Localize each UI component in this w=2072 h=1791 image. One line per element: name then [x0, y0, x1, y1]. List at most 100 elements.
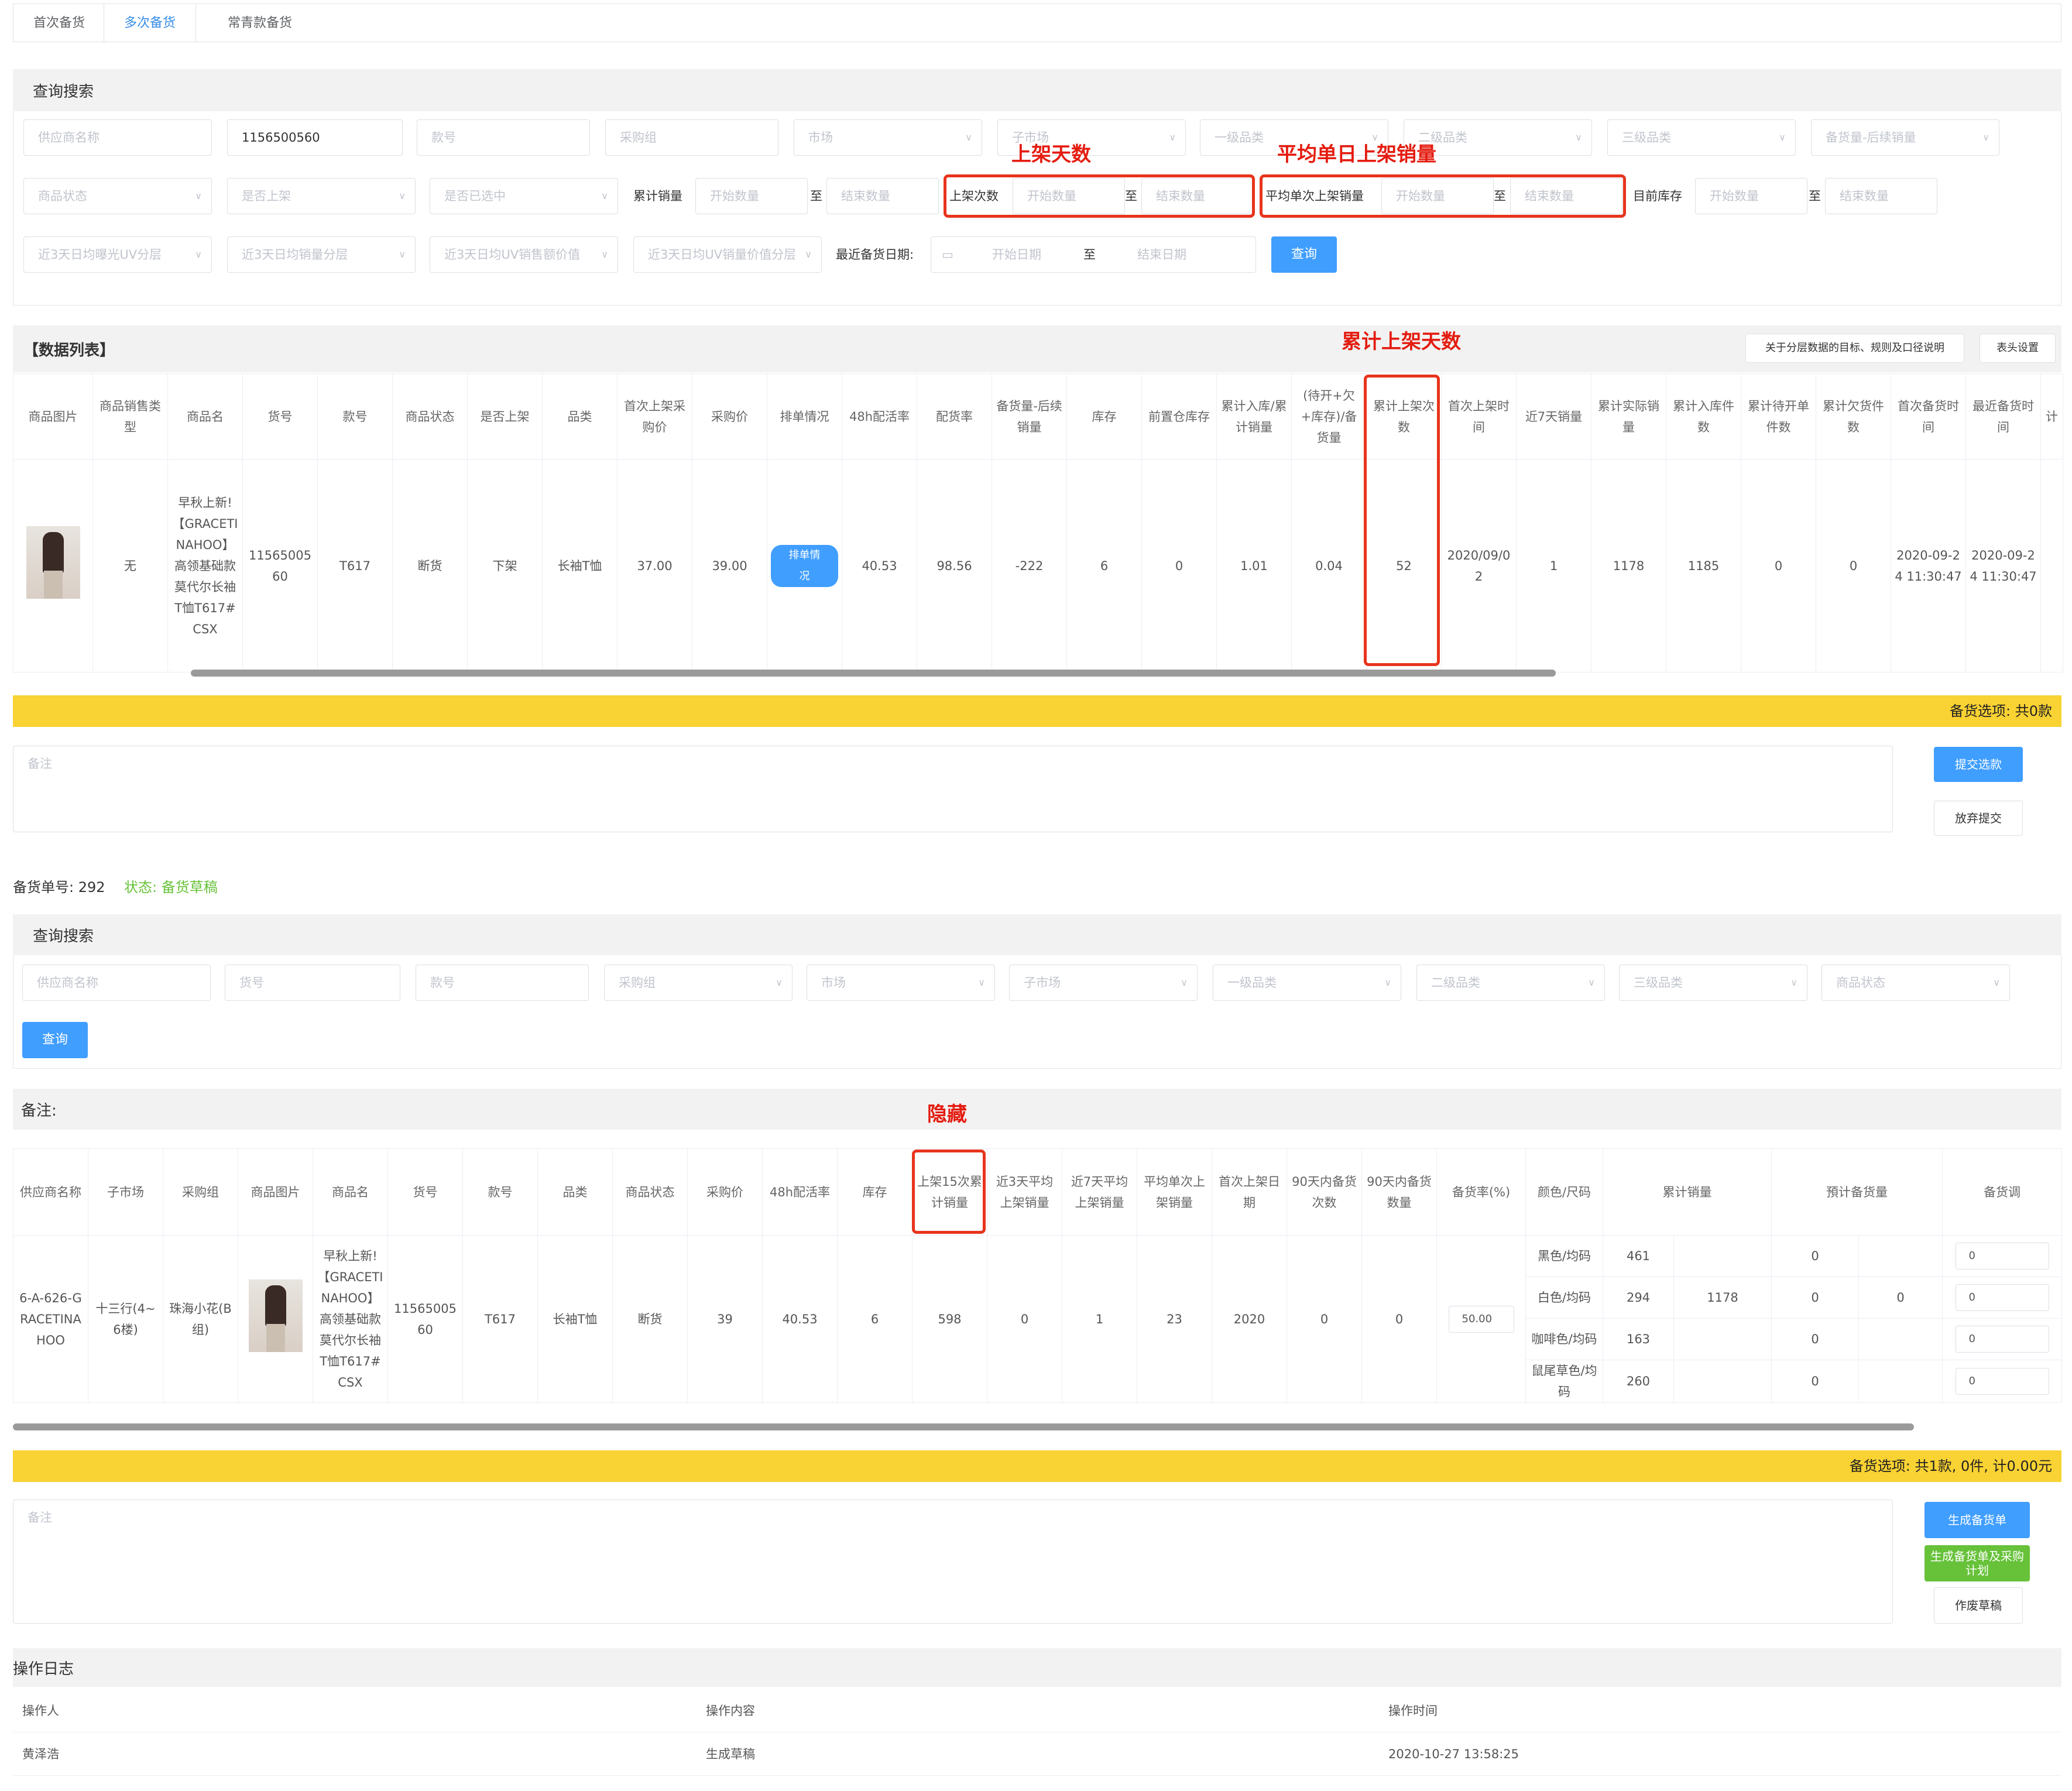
sub-market-select-2[interactable]: 子市场 ∨ — [1009, 965, 1198, 1001]
tab-evergreen-stock[interactable]: 常青款备货 — [208, 4, 312, 43]
calendar-icon: ▭ — [942, 248, 953, 262]
product-status-select[interactable]: 商品状态 ∨ — [23, 178, 212, 214]
product-image[interactable] — [248, 1279, 303, 1352]
on-shelf-select[interactable]: 是否上架 ∨ — [227, 178, 416, 214]
layer-rules-button[interactable]: 关于分层数据的目标、规则及口径说明 — [1745, 334, 1964, 363]
table-cell: 98.56 — [917, 459, 992, 673]
table-cell: 长袖T恤 — [542, 459, 618, 673]
col-header: 计 — [2040, 373, 2063, 459]
product-status-select-2[interactable]: 商品状态 ∨ — [1821, 965, 2010, 1001]
table-cell: 早秋上新!【GRACETINAHOO】高领基础款莫代尔长袖T恤T617# CSX — [167, 459, 243, 673]
col-header: 首次上架日期 — [1212, 1148, 1287, 1236]
market-select-2[interactable]: 市场 ∨ — [807, 965, 995, 1001]
total-sales: 1178 — [1673, 1277, 1771, 1318]
table-cell: 39.00 — [692, 459, 767, 673]
generate-order-plan-button[interactable]: 生成备货单及采购计划 — [1925, 1545, 2030, 1581]
log-title: 操作日志 — [13, 1648, 2061, 1687]
log-col-operator: 操作人 — [22, 1704, 59, 1718]
column-settings-button[interactable]: 表头设置 — [1980, 334, 2056, 363]
table-cell: T617 — [462, 1235, 538, 1403]
col-header: 货号 — [242, 373, 318, 459]
submit-selection-button[interactable]: 提交选款 — [1934, 747, 2023, 782]
purchase-group-select-2[interactable]: 采购组 ∨ — [604, 965, 793, 1001]
col-header: 货号 — [387, 1148, 463, 1236]
selection-summary-bar: 备货选项: 共0款 — [13, 695, 2061, 727]
tab-first-stock[interactable]: 首次备货 — [13, 4, 105, 43]
table-cell: 37.00 — [617, 459, 692, 673]
cum-sales-end[interactable]: 结束数量 — [826, 178, 939, 214]
horizontal-scrollbar[interactable] — [191, 670, 1556, 677]
annotation-avg-daily: 平均单日上架销量 — [1277, 143, 1436, 166]
product-image[interactable] — [26, 526, 80, 599]
table-cell: T617 — [317, 459, 393, 673]
uv-sales-value-select[interactable]: 近3天日均UV销售额价值 ∨ — [430, 236, 618, 273]
col-header: 48h配活率 — [762, 1148, 838, 1236]
note-textarea-2[interactable]: 备注 — [13, 1500, 1893, 1624]
col-header: 首次上架采购价 — [617, 373, 692, 459]
supplier-input[interactable]: 供应商名称 — [23, 119, 212, 156]
market-select[interactable]: 市场 ∨ — [794, 119, 982, 156]
abandon-button[interactable]: 放弃提交 — [1934, 801, 2023, 836]
chevron-down-icon: ∨ — [965, 132, 972, 143]
stock-qty-input[interactable]: 0 — [1955, 1368, 2049, 1395]
stock-qty-input[interactable]: 0 — [1955, 1326, 2049, 1353]
col-header: 首次上架时间 — [1441, 373, 1517, 459]
uv-exposure-select[interactable]: 近3天日均曝光UV分层 ∨ — [23, 236, 212, 273]
col-header: 排单情况 — [767, 373, 842, 459]
category2-select-2[interactable]: 二级品类 ∨ — [1416, 965, 1605, 1001]
style-no-input-2[interactable]: 款号 — [416, 965, 589, 1001]
variant-input-cell: 0 — [1942, 1360, 2062, 1403]
stock-start[interactable]: 开始数量 — [1695, 178, 1807, 214]
col-header: 90天内备货数量 — [1361, 1148, 1437, 1236]
item-no-input[interactable]: 1156500560 — [227, 119, 403, 156]
supplier-input-2[interactable]: 供应商名称 — [22, 965, 211, 1001]
col-header: 款号 — [462, 1148, 538, 1236]
log-col-content: 操作内容 — [706, 1704, 755, 1718]
void-draft-button[interactable]: 作废草稿 — [1934, 1587, 2023, 1624]
table-cell: 0 — [1141, 459, 1217, 673]
table-cell: 598 — [912, 1235, 987, 1403]
category3-select-2[interactable]: 三级品类 ∨ — [1619, 965, 1807, 1001]
schedule-button[interactable]: 排单情况 — [771, 544, 838, 587]
style-no-input[interactable]: 款号 — [417, 119, 590, 156]
chevron-down-icon: ∨ — [1575, 132, 1582, 143]
stock-qty-input[interactable]: 0 — [1955, 1243, 2049, 1270]
variant-plan: 0 — [1771, 1318, 1943, 1360]
uv-sales-tier-select[interactable]: 近3天日均UV销量价值分层 ∨ — [633, 236, 822, 273]
table-cell: 6-A-626-GRACETINA HOO — [13, 1235, 88, 1403]
stock-end[interactable]: 结束数量 — [1825, 178, 1937, 214]
col-header: 商品图片 — [13, 373, 93, 459]
chevron-down-icon: ∨ — [978, 977, 985, 988]
category3-select[interactable]: 三级品类 ∨ — [1607, 119, 1796, 156]
purchase-group-input[interactable]: 采购组 — [605, 119, 778, 156]
date-range-picker[interactable]: ▭ 开始日期 至 结束日期 — [931, 236, 1256, 273]
category1-select-2[interactable]: 一级品类 ∨ — [1213, 965, 1401, 1001]
query-button[interactable]: 查询 — [1271, 236, 1337, 273]
table-cell: 0 — [1287, 1235, 1362, 1403]
order-status: 状态: 备货草稿 — [124, 879, 218, 896]
tab-multi-stock[interactable]: 多次备货 — [104, 4, 197, 43]
chevron-down-icon: ∨ — [399, 190, 406, 201]
item-no-input-2[interactable]: 货号 — [225, 965, 400, 1001]
table-row: 无 早秋上新!【GRACETINAHOO】高领基础款莫代尔长袖T恤T617# C… — [13, 459, 2063, 673]
note-textarea[interactable]: 备注 — [13, 746, 1893, 832]
generate-order-button[interactable]: 生成备货单 — [1925, 1502, 2030, 1538]
cum-sales-start[interactable]: 开始数量 — [695, 178, 808, 214]
col-header: 采购组 — [163, 1148, 238, 1236]
variant-sales: 260 — [1626, 1374, 1651, 1388]
product-image-cell — [13, 459, 93, 673]
variant-input-cell: 0 — [1942, 1235, 2062, 1277]
selected-select[interactable]: 是否已选中 ∨ — [430, 178, 618, 214]
col-header: 累计欠货件数 — [1816, 373, 1891, 459]
table-cell: 2020-09-24 11:30:47 — [1965, 459, 2041, 673]
last-stock-date-label: 最近备货日期: — [836, 248, 914, 262]
col-header: 备货率(%) — [1436, 1148, 1526, 1236]
query-button-2[interactable]: 查询 — [22, 1022, 88, 1058]
stock-minus-sales-select[interactable]: 备货量-后续销量 ∨ — [1811, 119, 1999, 156]
table-cell: 0 — [1741, 459, 1816, 673]
horizontal-scrollbar-2[interactable] — [13, 1423, 1914, 1430]
stock-qty-input[interactable]: 0 — [1955, 1284, 2049, 1311]
order-number: 备货单号: 292 — [13, 879, 105, 896]
stock-rate-input[interactable]: 50.00 — [1448, 1305, 1514, 1333]
daily-sales-tier-select[interactable]: 近3天日均销量分层 ∨ — [227, 236, 416, 273]
